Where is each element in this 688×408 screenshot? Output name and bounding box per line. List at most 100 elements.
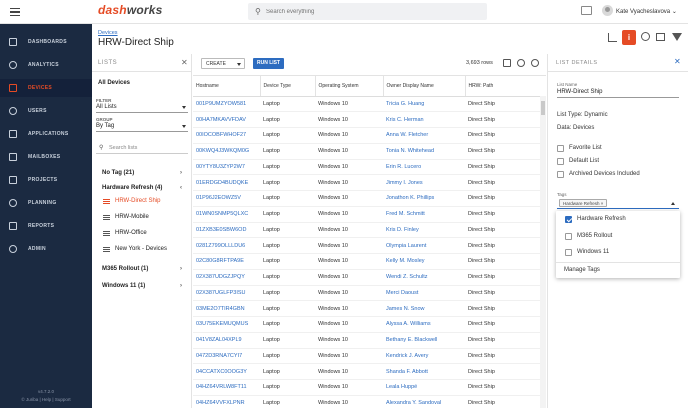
- column-header-hostname[interactable]: Hostname: [193, 76, 261, 97]
- table-cell[interactable]: Alexandra Y. Sandoval: [383, 395, 465, 408]
- table-row[interactable]: 04CCATXC0OOG3Y Laptop Windows 10 Shanda F. …: [193, 363, 540, 380]
- sidebar-item-reports[interactable]: REPORTS: [0, 217, 92, 235]
- breadcrumb[interactable]: Devices: [98, 30, 118, 36]
- list-group-m365-rollout[interactable]: M365 Rollout (1) ›: [102, 266, 188, 272]
- hostname-link[interactable]: 0281Z799OLLLDU6: [193, 237, 260, 254]
- monitor-icon[interactable]: [503, 59, 511, 67]
- table-cell[interactable]: Wendi Z. Schultz: [383, 269, 465, 286]
- run-list-button[interactable]: RUN LIST: [253, 58, 284, 69]
- table-row[interactable]: 00KWQ4J3WKQM0G Laptop Windows 10 Tonia N. W…: [193, 143, 540, 160]
- user-menu[interactable]: Kate Vyachеslavova ⌄: [616, 8, 677, 15]
- table-row[interactable]: 041V8ZAL04XPL9 Laptop Windows 10 Bethany E.…: [193, 332, 540, 349]
- column-header-owner[interactable]: Owner Display Name: [383, 76, 466, 97]
- list-group-no-tag[interactable]: No Tag (21) ›: [102, 170, 188, 176]
- scrollbar-thumb[interactable]: [541, 101, 545, 115]
- sidebar-item-admin[interactable]: ADMIN: [0, 240, 92, 258]
- hostname-link[interactable]: 00HA7MKAVVFDAV: [193, 111, 260, 128]
- columns-icon[interactable]: [656, 33, 665, 41]
- table-cell[interactable]: Merci Daoust: [383, 285, 465, 302]
- hostname-link[interactable]: 01ERDGD4BUDQKE: [193, 174, 260, 191]
- table-row[interactable]: 001P9UMZYOW581 Laptop Windows 10 Tricia G. …: [193, 96, 540, 113]
- table-cell[interactable]: Jimmy I. Jones: [383, 174, 465, 191]
- hostname-link[interactable]: 01P96J2EOWZ5V: [193, 190, 260, 207]
- column-header-device-type[interactable]: Device Type: [260, 76, 316, 97]
- table-cell[interactable]: Kelly M. Mosley: [383, 253, 465, 270]
- table-cell[interactable]: Kris D. Finley: [383, 222, 465, 239]
- hostname-link[interactable]: 00YTY8U3ZYP2W7: [193, 159, 260, 176]
- sidebar-item-applications[interactable]: APPLICATIONS: [0, 125, 92, 143]
- close-icon[interactable]: ✕: [181, 58, 188, 67]
- table-cell[interactable]: Erin R. Lucero: [383, 159, 465, 176]
- table-row[interactable]: 02X387UDGZJPQY Laptop Windows 10 Wendi Z. S…: [193, 269, 540, 286]
- table-row[interactable]: 00HA7MKAVVFDAV Laptop Windows 10 Kris C. He…: [193, 111, 540, 128]
- table-cell[interactable]: Jonathon K. Phillips: [383, 190, 465, 207]
- table-row[interactable]: 02X387UGLFP3ISU Laptop Windows 10 Merci Dao…: [193, 285, 540, 302]
- sidebar-item-mailboxes[interactable]: MAILBOXES: [0, 148, 92, 166]
- chat-icon[interactable]: [581, 6, 592, 15]
- list-group-windows-11[interactable]: Windows 11 (1) ›: [102, 283, 188, 289]
- table-row[interactable]: 00YTY8U3ZYP2W7 Laptop Windows 10 Erin R. Lu…: [193, 159, 540, 176]
- table-row[interactable]: 04HZ64VVFXLPNR Laptop Windows 10 Alexandra …: [193, 395, 540, 408]
- sidebar-item-planning[interactable]: PLANNING: [0, 194, 92, 212]
- table-cell[interactable]: Shanda F. Abbott: [383, 363, 465, 380]
- info-icon[interactable]: i: [622, 30, 636, 45]
- search-icon[interactable]: [531, 59, 539, 67]
- hostname-link[interactable]: 02C80G8RFTPA9E: [193, 253, 260, 270]
- hostname-link[interactable]: 04HZ64VRLW8FT11: [193, 379, 260, 396]
- tag-chip[interactable]: Hardware Refresh ×: [559, 199, 608, 207]
- table-cell[interactable]: Kris C. Herman: [383, 111, 465, 128]
- table-cell[interactable]: Alyssa A. Williams: [383, 316, 465, 333]
- table-row[interactable]: 03ME2O7TIR4GBN Laptop Windows 10 James N. S…: [193, 300, 540, 317]
- table-row[interactable]: 0472D3RNA7CYI7 Laptop Windows 10 Kendrick J…: [193, 348, 540, 365]
- global-search[interactable]: ⚲: [248, 3, 487, 20]
- hostname-link[interactable]: 03U75EKEMUQMUS: [193, 316, 260, 333]
- history-icon[interactable]: [517, 59, 525, 67]
- table-row[interactable]: 01ERDGD4BUDQKE Laptop Windows 10 Jimmy I. J…: [193, 174, 540, 191]
- hostname-link[interactable]: 0472D3RNA7CYI7: [193, 348, 260, 365]
- table-cell[interactable]: Tonia N. Whitehead: [383, 143, 465, 160]
- globe-icon[interactable]: [641, 32, 650, 41]
- hostname-link[interactable]: 01ZXB3E0SBW6OD: [193, 222, 260, 239]
- hostname-link[interactable]: 00IOCOBFWHOF27: [193, 127, 260, 144]
- hamburger-menu-icon[interactable]: [10, 8, 20, 16]
- list-group-hardware-refresh[interactable]: Hardware Refresh (4) ‹: [102, 185, 188, 191]
- avatar[interactable]: [602, 5, 613, 16]
- table-row[interactable]: 0281Z799OLLLDU6 Laptop Windows 10 Olympia L…: [193, 237, 540, 254]
- table-row[interactable]: 03U75EKEMUQMUS Laptop Windows 10 Alyssa A. …: [193, 316, 540, 333]
- table-cell[interactable]: Bethany E. Blackwell: [383, 332, 465, 349]
- table-row[interactable]: 00IOCOBFWHOF27 Laptop Windows 10 Anna W. Fl…: [193, 127, 540, 144]
- table-cell[interactable]: Kendrick J. Avery: [383, 348, 465, 365]
- table-cell[interactable]: Olympia Laurent: [383, 237, 465, 254]
- column-header-operating-system[interactable]: Operating System: [315, 76, 384, 97]
- filter-icon[interactable]: [672, 33, 682, 41]
- vertical-scrollbar[interactable]: [540, 96, 546, 408]
- app-logo[interactable]: dashworks: [98, 3, 163, 17]
- filter-select[interactable]: All Lists: [96, 104, 188, 113]
- table-cell[interactable]: Fred M. Schmitt: [383, 206, 465, 223]
- tags-select[interactable]: Hardware Refresh ×: [557, 197, 679, 209]
- table-cell[interactable]: James N. Snow: [383, 300, 465, 317]
- table-row[interactable]: 01ZXB3E0SBW6OD Laptop Windows 10 Kris D. Fi…: [193, 222, 540, 239]
- table-row[interactable]: 02C80G8RFTPA9E Laptop Windows 10 Kelly M. M…: [193, 253, 540, 270]
- table-cell[interactable]: Leala Huppé: [383, 379, 465, 396]
- sidebar-item-projects[interactable]: PROJECTS: [0, 171, 92, 189]
- sidebar-item-dashboards[interactable]: DASHBOARDS: [0, 33, 92, 51]
- table-row[interactable]: 04HZ64VRLW8FT11 Laptop Windows 10 Leala Hup…: [193, 379, 540, 396]
- hostname-link[interactable]: 02X387UDGZJPQY: [193, 269, 260, 286]
- all-devices-link[interactable]: All Devices: [98, 80, 130, 86]
- hostname-link[interactable]: 001P9UMZYOW581: [193, 96, 260, 113]
- footer-links[interactable]: © Juriba | Help | Support: [0, 396, 92, 404]
- column-header-hrw-path[interactable]: HRW: Path: [465, 76, 540, 97]
- sidebar-item-analytics[interactable]: ANALYTICS: [0, 56, 92, 74]
- hostname-link[interactable]: 04CCATXC0OOG3Y: [193, 363, 260, 380]
- group-select[interactable]: By Tag: [96, 123, 188, 132]
- crop-icon[interactable]: [608, 33, 617, 42]
- hostname-link[interactable]: 00KWQ4J3WKQM0G: [193, 143, 260, 160]
- table-cell[interactable]: Anna W. Fletcher: [383, 127, 465, 144]
- hostname-link[interactable]: 01WN0SNMP5QLXC: [193, 206, 260, 223]
- table-row[interactable]: 01WN0SNMP5QLXC Laptop Windows 10 Fred M. Sc…: [193, 206, 540, 223]
- search-lists-input[interactable]: ⚲ Search lists: [96, 142, 188, 154]
- hostname-link[interactable]: 041V8ZAL04XPL9: [193, 332, 260, 349]
- hostname-link[interactable]: 03ME2O7TIR4GBN: [193, 300, 260, 317]
- close-icon[interactable]: ✕: [674, 57, 681, 66]
